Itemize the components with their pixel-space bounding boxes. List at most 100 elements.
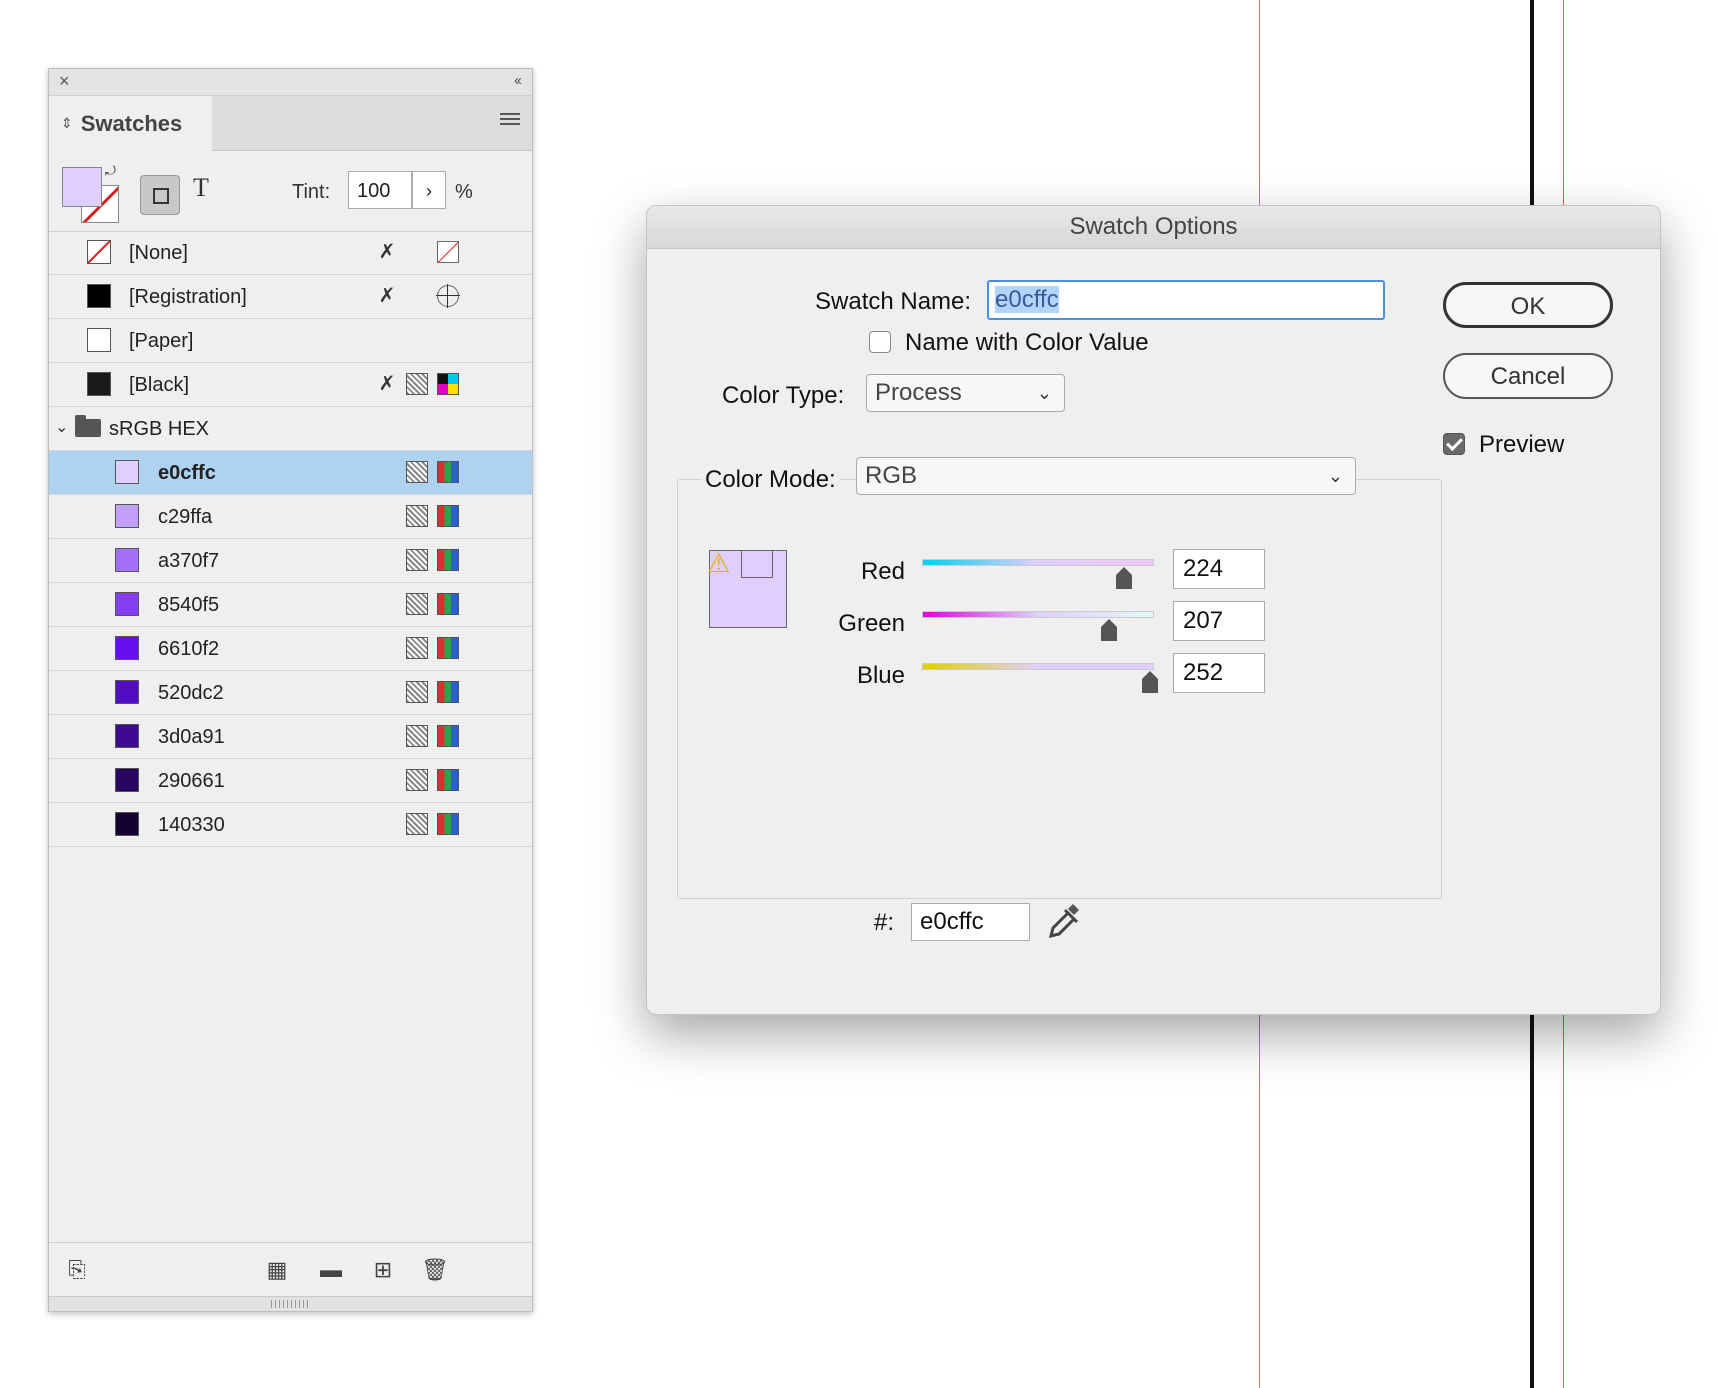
swatch-label: a370f7 xyxy=(158,550,220,572)
preview-label: Preview xyxy=(1479,431,1565,458)
swatch-options-dialog: Swatch Options Swatch Name: e0cffc Name … xyxy=(646,205,1661,1015)
red-slider[interactable] xyxy=(922,559,1154,566)
formatting-affects-text-button[interactable]: T xyxy=(193,173,209,203)
swatch-row[interactable]: c29ffa xyxy=(49,495,532,539)
swatch-row[interactable]: 520dc2 xyxy=(49,671,532,715)
swatch-name-label: Swatch Name: xyxy=(815,288,972,315)
swatches-panel: × ‹‹ ⇕ Swatches ⤾ T Tint: 100 › % [None]… xyxy=(48,68,533,1312)
swatch-row-registration[interactable]: [Registration] ✗ xyxy=(49,275,532,319)
swatch-row[interactable]: 140330 xyxy=(49,803,532,847)
swatch-label: [None] xyxy=(129,242,188,264)
collapse-icon[interactable]: ‹‹ xyxy=(514,72,522,89)
swatch-label: 290661 xyxy=(158,770,225,792)
out-of-gamut-preview xyxy=(741,550,773,578)
swatch-color-chip xyxy=(115,812,139,836)
new-swatch-icon[interactable]: ⊞ xyxy=(369,1257,397,1283)
blue-input[interactable]: 252 xyxy=(1173,653,1265,693)
swatch-label: 8540f5 xyxy=(158,594,220,616)
swatch-label: 520dc2 xyxy=(158,682,224,704)
group-label: sRGB HEX xyxy=(109,418,210,440)
warning-icon[interactable]: ⚠ xyxy=(707,548,730,579)
blue-label: Blue xyxy=(856,662,905,689)
color-type-select[interactable]: Process ⌄ xyxy=(866,374,1065,412)
green-input[interactable]: 207 xyxy=(1173,601,1265,641)
green-slider-thumb[interactable] xyxy=(1101,619,1117,641)
process-color-icon xyxy=(406,637,428,659)
rgb-mode-icon xyxy=(437,813,459,835)
blue-slider[interactable] xyxy=(922,663,1154,670)
chevron-down-icon: ⌄ xyxy=(1327,466,1343,486)
swatch-color-chip xyxy=(115,592,139,616)
swatch-group-srgb-hex[interactable]: ⌄ sRGB HEX xyxy=(49,407,532,451)
swatch-row[interactable]: e0cffc xyxy=(49,451,532,495)
swatch-label: c29ffa xyxy=(158,506,213,528)
delete-swatch-icon[interactable]: 🗑 xyxy=(421,1257,449,1283)
swatch-name-input[interactable]: e0cffc xyxy=(987,280,1385,320)
registration-swatch-chip xyxy=(87,284,111,308)
new-color-group-icon[interactable]: ▬ xyxy=(317,1257,345,1283)
preview-checkbox[interactable] xyxy=(1443,433,1465,455)
resize-grip[interactable] xyxy=(49,1296,532,1311)
color-type-value: Process xyxy=(875,379,962,406)
swatch-row-paper[interactable]: [Paper] xyxy=(49,319,532,363)
rgb-mode-icon xyxy=(437,769,459,791)
cannot-edit-icon: ✗ xyxy=(378,373,396,395)
swap-fill-stroke-icon[interactable]: ⤾ xyxy=(105,163,116,179)
updown-arrows-icon[interactable]: ⇕ xyxy=(61,115,73,132)
process-color-icon xyxy=(406,813,428,835)
fill-swatch[interactable] xyxy=(62,167,102,207)
hex-input[interactable]: e0cffc xyxy=(911,903,1030,941)
process-color-icon xyxy=(406,373,428,395)
red-slider-thumb[interactable] xyxy=(1116,567,1132,589)
name-with-color-value-checkbox[interactable] xyxy=(869,331,891,353)
chevron-down-icon[interactable]: ⌄ xyxy=(55,417,68,437)
color-mode-select[interactable]: RGB ⌄ xyxy=(856,457,1356,495)
cancel-button[interactable]: Cancel xyxy=(1443,353,1613,399)
eyedropper-icon[interactable] xyxy=(1043,900,1083,944)
green-label: Green xyxy=(838,610,905,637)
tint-percent-label: % xyxy=(455,181,473,203)
formatting-affects-container-button[interactable] xyxy=(140,175,180,215)
red-label: Red xyxy=(860,558,905,585)
rgb-mode-icon xyxy=(437,505,459,527)
swatch-color-chip xyxy=(115,460,139,484)
swatch-row[interactable]: 3d0a91 xyxy=(49,715,532,759)
swatch-row[interactable]: 6610f2 xyxy=(49,627,532,671)
panel-title-bar[interactable]: × ‹‹ xyxy=(49,69,532,96)
swatch-color-chip xyxy=(115,680,139,704)
tab-swatches-label: Swatches xyxy=(80,110,183,136)
swatch-views-icon[interactable]: ▦ xyxy=(263,1257,291,1283)
swatch-row-black[interactable]: [Black] ✗ xyxy=(49,363,532,407)
swatch-color-chip xyxy=(115,724,139,748)
tint-input[interactable]: 100 xyxy=(348,171,412,209)
ok-button[interactable]: OK xyxy=(1443,282,1613,328)
tab-swatches[interactable]: ⇕ Swatches xyxy=(49,96,212,151)
process-color-icon xyxy=(406,593,428,615)
swatch-label: [Black] xyxy=(129,374,190,396)
green-slider[interactable] xyxy=(922,611,1154,618)
process-color-icon xyxy=(406,505,428,527)
swatch-label: 6610f2 xyxy=(158,638,220,660)
blue-slider-thumb[interactable] xyxy=(1142,671,1158,693)
cannot-edit-icon: ✗ xyxy=(378,241,396,263)
swatch-row[interactable]: 8540f5 xyxy=(49,583,532,627)
swatch-row[interactable]: 290661 xyxy=(49,759,532,803)
swatch-row-none[interactable]: [None] ✗ xyxy=(49,231,532,275)
cmyk-mode-icon xyxy=(437,373,459,395)
panel-menu-icon[interactable] xyxy=(500,113,520,127)
chevron-down-icon: ⌄ xyxy=(1036,383,1052,403)
tint-slider-toggle[interactable]: › xyxy=(412,171,446,209)
show-swatch-kinds-icon[interactable]: ⎘ xyxy=(63,1257,91,1283)
close-icon[interactable]: × xyxy=(59,71,70,92)
rgb-mode-icon xyxy=(437,725,459,747)
swatch-name-value: e0cffc xyxy=(995,286,1059,313)
swatch-list: [None] ✗ [Registration] ✗ [Paper] [Black… xyxy=(49,231,532,847)
swatch-label: 140330 xyxy=(158,814,225,836)
swatch-color-chip xyxy=(115,548,139,572)
swatch-label: e0cffc xyxy=(158,462,216,484)
swatch-row[interactable]: a370f7 xyxy=(49,539,532,583)
color-mode-label: Color Mode: xyxy=(701,466,840,494)
red-input[interactable]: 224 xyxy=(1173,549,1265,589)
process-color-icon xyxy=(406,725,428,747)
folder-icon xyxy=(75,415,101,437)
